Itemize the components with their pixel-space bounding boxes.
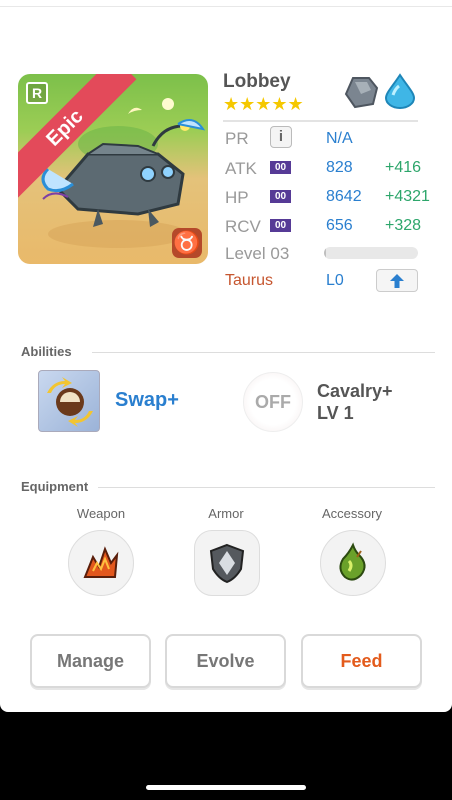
equipment-divider	[98, 487, 435, 488]
pr-value: N/A	[326, 130, 353, 147]
cavalry-ability-text: Cavalry+ LV 1	[317, 380, 393, 424]
top-divider	[0, 6, 452, 7]
level-label: Level 03	[225, 244, 290, 263]
monster-detail-card: Epic R ♉ Lobbey ★★★★★ PR i N/A ATK 00 82…	[0, 0, 452, 712]
name-divider	[223, 120, 418, 122]
sign-label: Taurus	[225, 272, 274, 289]
level-progress-fill	[324, 247, 326, 259]
level-progress-bar	[324, 247, 418, 259]
water-element-icon	[384, 73, 416, 109]
atk-bonus: +416	[385, 159, 422, 176]
ability-off-indicator: OFF	[255, 391, 291, 412]
sign-level: L0	[326, 272, 344, 289]
cavalry-ability-icon[interactable]: OFF	[243, 372, 303, 432]
swap-ability-icon[interactable]	[38, 370, 100, 432]
hp-label: HP	[225, 188, 249, 207]
weapon-slot-label: Weapon	[76, 506, 126, 521]
home-indicator[interactable]	[146, 785, 306, 790]
equipment-section-title: Equipment	[21, 479, 89, 494]
monster-portrait[interactable]: Epic R ♉	[18, 74, 208, 264]
feed-button[interactable]: Feed	[301, 634, 422, 688]
cavalry-ability-name: Cavalry+	[317, 381, 393, 401]
armor-icon	[209, 543, 245, 584]
taurus-sign-icon: ♉	[172, 228, 202, 258]
accessory-slot[interactable]	[320, 530, 386, 596]
star-rating: ★★★★★	[223, 94, 304, 114]
rock-element-icon	[344, 77, 379, 109]
weapon-slot[interactable]	[68, 530, 134, 596]
abilities-divider	[92, 352, 435, 353]
sign-upgrade-button[interactable]	[376, 269, 418, 292]
swap-ability-name: Swap+	[115, 389, 179, 411]
hp-plus-badge: 00	[270, 190, 291, 203]
rcv-label: RCV	[225, 217, 261, 236]
weapon-icon	[83, 546, 119, 578]
atk-label: ATK	[225, 159, 257, 178]
accessory-icon	[339, 542, 366, 581]
swap-ability-art	[47, 377, 93, 427]
rcv-value: 656	[326, 217, 353, 234]
rcv-bonus: +328	[385, 217, 422, 234]
atk-plus-badge: 00	[270, 161, 291, 174]
hp-bonus: +4321	[385, 188, 430, 205]
armor-slot-label: Armor	[208, 506, 244, 521]
hp-value: 8642	[326, 188, 362, 205]
cavalry-ability-level: LV 1	[317, 403, 354, 423]
arrow-up-icon	[390, 273, 404, 288]
monster-name: Lobbey	[223, 71, 291, 92]
abilities-section-title: Abilities	[21, 344, 72, 359]
pr-label: PR	[225, 129, 249, 148]
info-icon[interactable]: i	[270, 126, 292, 148]
rarity-letter-icon: R	[26, 82, 48, 104]
rcv-plus-badge: 00	[270, 219, 291, 232]
evolve-button[interactable]: Evolve	[165, 634, 286, 688]
armor-slot[interactable]	[194, 530, 260, 596]
accessory-slot-label: Accessory	[322, 506, 382, 521]
atk-value: 828	[326, 159, 353, 176]
manage-button[interactable]: Manage	[30, 634, 151, 688]
